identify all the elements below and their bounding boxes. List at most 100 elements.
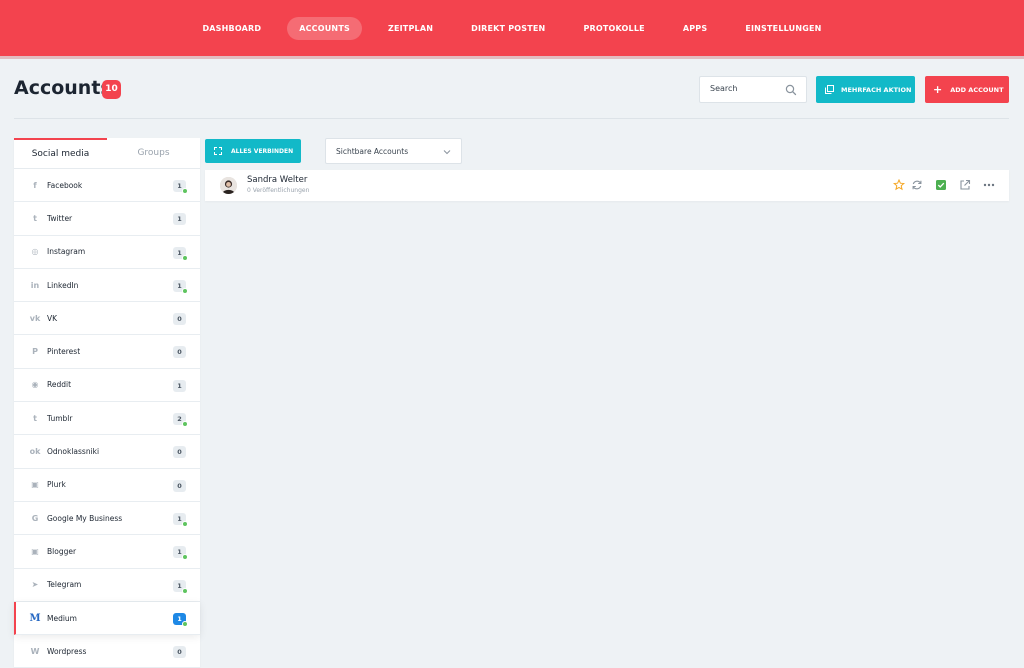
search-icon[interactable] [785,84,797,96]
search-box [699,76,807,103]
online-status-dot [182,520,188,527]
sidebar-item-telegram[interactable]: ➤ Telegram 1 [14,569,200,602]
sidebar-item-label: VK [47,313,58,323]
sidebar-item-vk[interactable]: vk VK 0 [14,302,200,336]
sidebar-item-tumblr[interactable]: t Tumblr 2 [14,402,200,436]
sidebar-item-label: Twitter [47,213,73,223]
vk-icon: vk [29,313,41,323]
medium-icon: M [29,612,41,624]
account-count-badge: 0 [173,346,186,359]
star-icon[interactable] [893,179,905,191]
social-network-panel: Social media Groups f Facebook 1 t Twitter 1 ◎… [14,138,200,668]
multi-action-label: MEHRFACH AKTION [841,85,912,94]
instagram-icon: ◎ [31,247,39,257]
sidebar-item-wordpress[interactable]: W Wordpress 0 [14,635,200,668]
facebook-icon: f [33,180,37,190]
expand-icon [214,147,222,155]
sidebar-item-medium[interactable]: M Medium 1 [14,601,200,636]
wordpress-icon: W [30,646,40,656]
page-title: Accounts [14,77,112,99]
pinterest-icon: P [32,347,38,357]
sidebar-item-odnoklassniki[interactable]: ok Odnoklassniki 0 [14,435,200,469]
avatar [220,177,237,194]
chevron-down-icon [443,150,451,155]
main-nav: DASHBOARD ACCOUNTS ZEITPLAN DIREKT POSTE… [0,17,1024,40]
sidebar-item-label: Facebook [47,180,83,190]
sidebar-item-label: Instagram [47,247,86,257]
reddit-icon: ◉ [31,380,39,390]
tab-groups[interactable]: Groups [107,138,200,168]
sidebar-item-pinterest[interactable]: P Pinterest 0 [14,335,200,369]
sidebar-item-label: Tumblr [47,413,73,423]
nav-protokolle[interactable]: PROTOKOLLE [571,17,656,40]
multi-action-button[interactable]: MEHRFACH AKTION [816,76,915,103]
sidebar-item-label: Google My Business [47,513,123,523]
external-link-icon[interactable] [959,179,971,191]
nav-einstellungen[interactable]: EINSTELLUNGEN [733,17,833,40]
sidebar-item-google-my-business[interactable]: G Google My Business 1 [14,502,200,536]
sidebar-item-instagram[interactable]: ◎ Instagram 1 [14,236,200,269]
nav-accounts[interactable]: ACCOUNTS [287,17,362,40]
account-name: Sandra Welter [247,175,308,185]
sidebar-item-label: Blogger [47,546,77,556]
blogger-icon: ▣ [31,546,39,556]
network-list: f Facebook 1 t Twitter 1 ◎ Instagram 1 in LinkedIn… [14,169,200,668]
linkedin-icon: in [30,280,40,290]
account-count-badge: 1 [173,213,186,226]
online-status-dot [182,587,188,594]
sidebar-item-blogger[interactable]: ▣ Blogger 1 [14,535,200,569]
add-account-button[interactable]: + ADD ACCOUNT [925,76,1009,103]
search-input[interactable] [710,84,786,93]
online-status-dot [182,188,188,194]
tumblr-icon: t [33,413,37,423]
account-count-badge: 0 [173,646,186,659]
sidebar-item-label: Medium [47,613,77,623]
sidebar-item-twitter[interactable]: t Twitter 1 [14,202,200,236]
sidebar-item-label: Wordpress [47,646,87,656]
sidebar-item-label: Odnoklassniki [47,447,100,457]
sidebar-item-label: Plurk [47,480,66,490]
top-navbar: DASHBOARD ACCOUNTS ZEITPLAN DIREKT POSTE… [0,0,1024,59]
nav-zeitplan[interactable]: ZEITPLAN [376,17,445,40]
nav-apps[interactable]: APPS [671,17,719,40]
account-count-badge: 0 [173,446,186,459]
sidebar-item-label: Telegram [47,580,82,590]
online-status-dot [182,287,188,294]
account-row[interactable]: Sandra Welter 0 Veröffentlichungen [205,170,1009,201]
nav-dashboard[interactable]: DASHBOARD [190,17,273,40]
visible-accounts-select[interactable]: Sichtbare Accounts [325,138,462,164]
online-status-dot [182,254,188,261]
sidebar-item-label: Pinterest [47,347,81,357]
odnoklassniki-icon: ok [29,447,41,457]
account-post-count: 0 Veröffentlichungen [247,187,310,194]
checkbox-checked-icon[interactable] [935,179,947,191]
connect-all-label: ALLES VERBINDEN [231,147,294,155]
more-options-icon[interactable] [983,179,995,191]
nav-direkt-posten[interactable]: DIREKT POSTEN [459,17,557,40]
plurk-icon: ▣ [31,480,39,490]
sidebar-item-linkedin[interactable]: in LinkedIn 1 [14,269,200,303]
online-status-dot [182,620,188,627]
tab-social-media[interactable]: Social media [14,138,107,168]
visible-accounts-value: Sichtbare Accounts [336,147,409,156]
panel-tabs: Social media Groups [14,138,200,169]
online-status-dot [182,554,188,561]
accounts-count-badge: 10 [102,80,121,99]
sidebar-item-facebook[interactable]: f Facebook 1 [14,169,200,203]
header-divider [14,118,1009,119]
sidebar-item-label: LinkedIn [47,280,79,290]
online-status-dot [182,421,188,428]
copy-icon [825,85,834,94]
connect-all-button[interactable]: ALLES VERBINDEN [205,139,301,163]
plus-icon: + [933,82,943,96]
account-count-badge: 0 [173,313,186,326]
sidebar-item-plurk[interactable]: ▣ Plurk 0 [14,469,200,502]
sidebar-item-label: Reddit [47,380,72,390]
twitter-icon: t [33,213,37,223]
google-icon: G [31,513,39,523]
account-count-badge: 0 [173,479,186,492]
refresh-icon[interactable] [911,179,923,191]
telegram-icon: ➤ [31,580,39,590]
sidebar-item-reddit[interactable]: ◉ Reddit 1 [14,369,200,403]
account-count-badge: 1 [173,379,186,392]
